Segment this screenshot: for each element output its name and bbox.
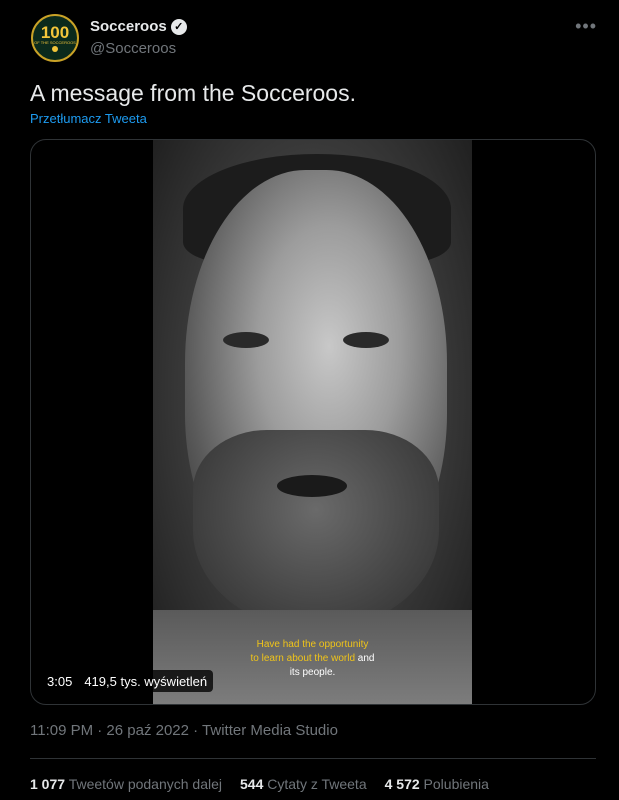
avatar-caption: OF THE SOCCEROOS [34,39,76,45]
display-name[interactable]: Socceroos [90,18,167,35]
quotes-label: Cytaty z Tweeta [267,776,367,792]
video-player[interactable]: Have had the opportunity to learn about … [30,139,596,705]
quotes-stat[interactable]: 544 Cytaty z Tweeta [240,776,367,792]
video-eye-right [343,332,389,348]
avatar-number: 100 [40,22,70,42]
retweets-stat[interactable]: 1 077 Tweetów podanych dalej [30,776,222,792]
tweet-stats: 1 077 Tweetów podanych dalej 544 Cytaty … [30,776,489,792]
retweets-count: 1 077 [30,776,66,792]
video-info-overlay: 3:05 419,5 tys. wyświetleń [41,670,214,692]
likes-label: Polubienia [423,776,489,792]
quotes-count: 544 [240,776,264,792]
retweets-label: Tweetów podanych dalej [68,776,223,792]
more-icon[interactable]: ••• [575,16,597,37]
subtitle-line-2-highlight: to learn about the world [250,653,356,664]
subtitle-line-2-rest: and [355,653,375,664]
video-frame[interactable]: Have had the opportunity to learn about … [153,140,472,704]
divider-top [30,758,596,759]
video-views: 419,5 tys. wyświetleń [84,673,208,689]
video-beard [193,430,439,630]
video-eye-left [223,332,269,348]
author-handle[interactable]: @Socceroos [90,40,176,57]
tweet-text: A message from the Socceroos. [30,80,356,106]
crest-icon [52,45,58,52]
video-duration: 3:05 [47,673,73,689]
author-name-row: Socceroos ✓ [90,18,187,35]
verified-badge-icon: ✓ [170,18,187,35]
tweet-timestamp[interactable]: 11:09 PM · 26 paź 2022 · Twitter Media S… [30,722,338,739]
video-mouth [277,475,347,497]
likes-count: 4 572 [384,776,420,792]
likes-stat[interactable]: 4 572 Polubienia [385,776,489,792]
subtitle-line-2: to learn about the world and [153,652,472,666]
translate-tweet-link[interactable]: Przetłumacz Tweeta [30,111,147,126]
avatar[interactable]: 100 OF THE SOCCEROOS [31,14,79,62]
subtitle-line-1: Have had the opportunity [256,639,369,650]
